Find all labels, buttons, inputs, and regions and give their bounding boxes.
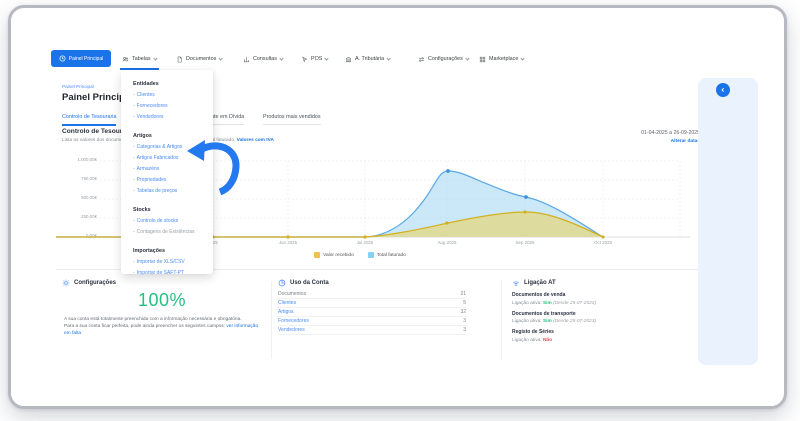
valores-com-iva-link[interactable]: Valores com IVA [237,138,274,143]
nav-label: Consultas [253,56,277,62]
date-range: 01-04-2025 a 26-09-2025 [560,130,700,136]
dropdown-section-artigos: Artigos [133,133,203,139]
usage-row-artigos: Artigos32 [278,308,466,317]
tabelas-dropdown-menu: Entidades -Clientes -Fornecedores -Vende… [121,70,213,274]
gear-icon [62,279,70,287]
clock-icon [59,55,66,62]
nav-label: Documentos [186,56,216,62]
cursor-icon [301,56,308,63]
dropdown-section-entidades: Entidades [133,81,203,87]
nav-item-documentos[interactable]: Documentos [176,52,222,66]
status-badge: Não [543,338,552,343]
usage-table: Documentos21 Clientes5 Artigos32 Fornece… [278,290,466,335]
at-group-registo-series: Registo de Séries Ligação ativa: Não [512,329,702,343]
nav-label: Tabelas [132,56,151,62]
chevron-down-icon [279,56,283,60]
sliders-icon [418,56,425,63]
nav-item-consultas[interactable]: Consultas [243,52,283,66]
x-tick: Aug 2025 [425,240,469,245]
usage-row-documentos: Documentos21 [278,290,466,299]
chevron-down-icon [521,56,525,60]
dropdown-item-vendedores[interactable]: -Vendedores [133,114,203,120]
dropdown-item-importar-saft[interactable]: -Importar de SAFT-PT [133,270,203,276]
x-tick: Jul 2025 [343,240,387,245]
users-icon [122,56,129,63]
status-badge: Sim [543,319,552,324]
at-status-list: Documentos de venda Ligação ativa: Sim (… [512,292,702,348]
dropdown-section-stocks: Stocks [133,207,203,213]
dropdown-item-importar-xls[interactable]: -Importar de XLS/CSV [133,259,203,265]
nav-label: Configurações [428,56,463,62]
legend-swatch-yellow [314,252,320,258]
legend-valor-recebido[interactable]: Valor recebido [314,252,354,258]
divider [501,281,502,359]
legend-label: Valor recebido [323,253,354,258]
pie-chart-icon [278,279,286,287]
nav-label: POS [311,56,322,62]
dropdown-item-clientes[interactable]: -Clientes [133,92,203,98]
divider [271,281,272,359]
dropdown-item-propriedades[interactable]: -Propriedades [133,177,203,183]
usage-row-vendedores: Vendedores3 [278,326,466,335]
nav-item-marketplace[interactable]: Marketplace [479,52,524,66]
dropdown-item-armazens[interactable]: -Armazéns [133,166,203,172]
chevron-down-icon [465,56,469,60]
panel-configuracoes-header: Configurações [62,279,116,287]
x-tick: Jun 2025 [266,240,310,245]
wifi-icon [512,279,520,287]
bar-chart-icon [243,56,250,63]
config-text-1: A sua conta está totalmente preenchida c… [64,317,242,322]
chevron-down-icon [153,56,157,60]
app-window: Painel Principal Tabelas Documentos Cons… [0,0,800,421]
chart-legend: Valor recebido Total faturado [280,252,440,258]
nav-item-tabelas[interactable]: Tabelas [122,52,157,66]
nav-item-pos[interactable]: POS [301,52,328,66]
dropdown-item-tabelas-precos[interactable]: -Tabelas de preços [133,188,203,194]
collapsed-side-panel [698,78,758,365]
expand-panel-button[interactable] [716,83,730,97]
dropdown-item-controlo-stocks[interactable]: -Controlo de stocks [133,218,203,224]
at-group-documentos-transporte: Documentos de transporte Ligação ativa: … [512,311,702,325]
chevron-down-icon [386,56,390,60]
config-text-2: Para a sua conta ficar perfeita, pode ai… [64,324,225,329]
grid-icon [479,56,486,63]
account-completion-percent: 100% [62,290,262,311]
building-icon [345,56,352,63]
tab-controlo-tesouraria[interactable]: Controlo de Tesouraria [62,114,116,126]
chevron-down-icon [219,56,223,60]
panel-title: Ligação AT [524,280,556,286]
nav-item-painel-principal[interactable]: Painel Principal [51,50,111,67]
panel-ligacao-at-header: Ligação AT [512,279,556,287]
at-group-documentos-venda: Documentos de venda Ligação ativa: Sim (… [512,292,702,306]
nav-item-configuracoes[interactable]: Configurações [418,52,469,66]
breadcrumb[interactable]: Painel Principal [62,84,94,89]
dropdown-item-categorias-artigos[interactable]: -Categorias & Artigos [133,144,203,150]
dropdown-item-contagens-existencias[interactable]: -Contagens de Existências [133,229,203,235]
legend-label: Total faturado [377,253,406,258]
panel-title: Configurações [74,280,116,286]
nav-label: A. Tributária [355,56,384,62]
dropdown-section-importacoes: Importações [133,248,203,254]
x-tick: Sep 2025 [503,240,547,245]
document-icon [176,56,183,63]
change-dates-link[interactable]: Alterar datas [560,139,700,144]
legend-swatch-blue [368,252,374,258]
panel-uso-conta-header: Uso da Conta [278,279,329,287]
chevron-down-icon [325,56,329,60]
nav-item-a-tributaria[interactable]: A. Tributária [345,52,390,66]
panel-title: Uso da Conta [290,280,329,286]
usage-row-clientes: Clientes5 [278,299,466,308]
dropdown-item-artigos-fabricados[interactable]: -Artigos Fabricados [133,155,203,161]
account-completion-text: A sua conta está totalmente preenchida c… [64,317,262,338]
x-tick: Oct 2025 [581,240,625,245]
usage-row-fornecedores: Fornecedores3 [278,317,466,326]
tab-produtos-vendidos[interactable]: Produtos mais vendidos [263,114,321,125]
chevron-left-icon [719,86,727,94]
status-badge: Sim [543,301,552,306]
dropdown-item-fornecedores[interactable]: -Fornecedores [133,103,203,109]
nav-label: Painel Principal [69,56,103,62]
legend-total-faturado[interactable]: Total faturado [368,252,406,258]
nav-label: Marketplace [489,56,518,62]
